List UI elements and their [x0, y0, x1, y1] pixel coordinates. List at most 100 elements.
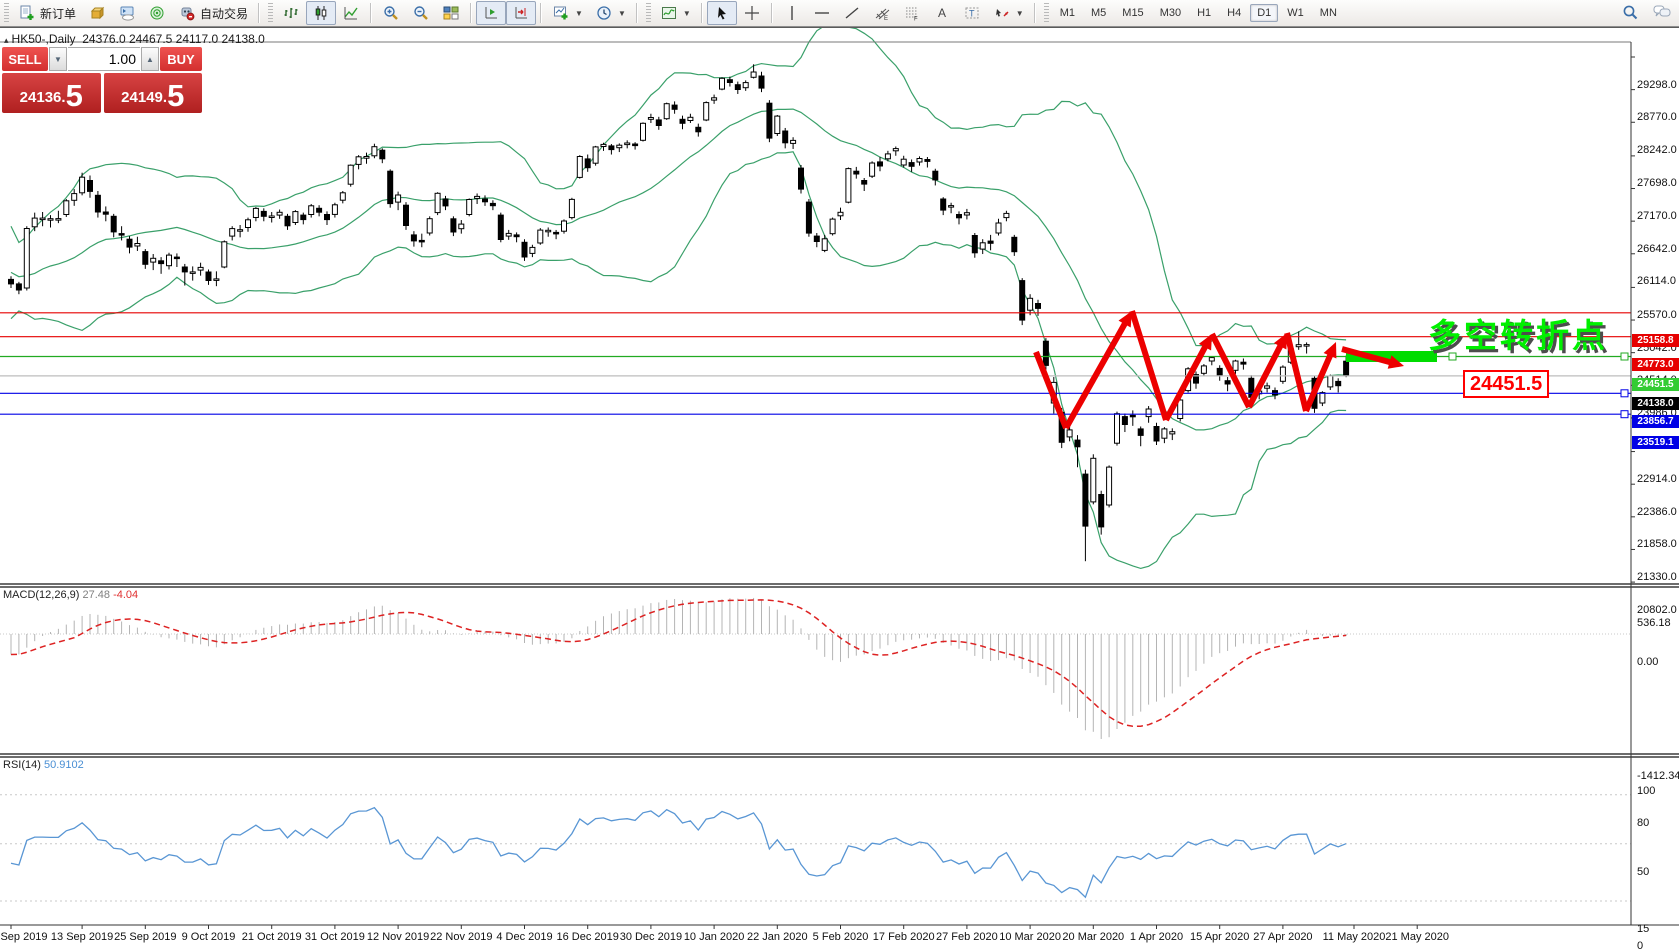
sell-button[interactable]: SELL: [2, 47, 48, 71]
timeframe-button-d1[interactable]: D1: [1250, 4, 1278, 22]
label-icon: T: [963, 4, 981, 22]
pc-cloud-icon: [118, 4, 136, 22]
timeframe-button-m5[interactable]: M5: [1084, 4, 1113, 22]
zoom-out-button[interactable]: [406, 1, 436, 25]
timeframe-button-mn[interactable]: MN: [1313, 4, 1344, 22]
search-icon[interactable]: [1621, 3, 1639, 21]
channel-tool-button[interactable]: E: [867, 1, 897, 25]
crosshair-tool-button[interactable]: [737, 1, 767, 25]
chart-shift-icon: [512, 4, 530, 22]
timeframe-button-w1[interactable]: W1: [1280, 4, 1311, 22]
date-axis-label: 21 May 2020: [1385, 931, 1449, 943]
volume-increase-button[interactable]: ▲: [141, 47, 159, 71]
timeframe-button-m1[interactable]: M1: [1053, 4, 1082, 22]
date-axis-label: 10 Jan 2020: [684, 931, 745, 943]
price-axis-label: 28242.0: [1637, 144, 1679, 156]
svg-text:F: F: [914, 17, 918, 22]
toolbar-separator: [1034, 3, 1036, 23]
auto-trading-label: 自动交易: [200, 5, 248, 22]
signals-button[interactable]: [142, 1, 172, 25]
sell-price-pip: 5: [66, 81, 83, 111]
toolbar-separator: [771, 3, 773, 23]
timeframe-button-m30[interactable]: M30: [1153, 4, 1188, 22]
toolbar-separator: [470, 3, 472, 23]
turning-point-annotation[interactable]: 多空转折点: [1428, 309, 1608, 357]
date-axis-label: 1 Apr 2020: [1130, 931, 1183, 943]
auto-trading-button[interactable]: 自动交易: [172, 1, 254, 25]
radar-icon: [148, 4, 166, 22]
dropdown-arrow-icon: ▼: [1016, 9, 1024, 18]
chart-window[interactable]: ▴HK50-,Daily 24376.0 24467.5 24117.0 241…: [0, 28, 1679, 952]
new-order-button[interactable]: 新订单: [12, 1, 82, 25]
timeframe-button-h4[interactable]: H4: [1220, 4, 1248, 22]
text-label-tool-button[interactable]: T: [957, 1, 987, 25]
indicators-button[interactable]: ▼: [654, 1, 697, 25]
tile-windows-button[interactable]: [436, 1, 466, 25]
rsi-scale-label: 50: [1637, 866, 1649, 878]
date-axis-label: 31 Oct 2019: [305, 931, 365, 943]
zoom-in-button[interactable]: [376, 1, 406, 25]
fibonacci-tool-button[interactable]: F: [897, 1, 927, 25]
title-ohlc-values: 24376.0 24467.5 24117.0 24138.0: [82, 32, 265, 46]
toolbar-grip[interactable]: [646, 3, 651, 23]
timeframe-button-h1[interactable]: H1: [1190, 4, 1218, 22]
chat-icon[interactable]: [1653, 3, 1671, 21]
volume-decrease-button[interactable]: ▼: [49, 47, 67, 71]
toolbar-separator: [540, 3, 542, 23]
macd-signal-value: -4.04: [113, 589, 138, 601]
candlestick-chart-type-button[interactable]: [306, 1, 336, 25]
price-axis-label: 22914.0: [1637, 473, 1679, 485]
toolbar-grip[interactable]: [268, 3, 273, 23]
chart-title: ▴HK50-,Daily 24376.0 24467.5 24117.0 241…: [4, 32, 265, 46]
price-axis-label: 28770.0: [1637, 111, 1679, 123]
cursor-tool-button[interactable]: [707, 1, 737, 25]
line-chart-type-button[interactable]: [336, 1, 366, 25]
trendline-tool-button[interactable]: [837, 1, 867, 25]
main-toolbar: 新订单 自动交易: [0, 0, 1679, 27]
sell-price-display[interactable]: 24136.5: [2, 73, 101, 113]
periods-button[interactable]: ▼: [589, 1, 632, 25]
timeframe-button-m15[interactable]: M15: [1115, 4, 1150, 22]
price-axis-label: 21858.0: [1637, 538, 1679, 550]
volume-input[interactable]: [68, 47, 140, 71]
crosshair-icon: [743, 4, 761, 22]
date-axis-label: 22 Jan 2020: [747, 931, 808, 943]
toolbar-separator: [258, 3, 260, 23]
chart-shift-button[interactable]: [506, 1, 536, 25]
level-price-badge: 24138.0: [1632, 397, 1679, 410]
mobile-terminal-button[interactable]: [112, 1, 142, 25]
price-axis-label: 27698.0: [1637, 177, 1679, 189]
price-axis-label: 22386.0: [1637, 506, 1679, 518]
arrows-tool-button[interactable]: ▼: [987, 1, 1030, 25]
level-price-annotation-box[interactable]: 24451.5: [1463, 370, 1549, 398]
date-axis-label: 15 Apr 2020: [1190, 931, 1249, 943]
price-axis-label: 20802.0: [1637, 604, 1679, 616]
horizontal-line-tool-button[interactable]: [807, 1, 837, 25]
new-order-label: 新订单: [40, 5, 76, 22]
text-tool-button[interactable]: A: [927, 1, 957, 25]
market-depth-button[interactable]: [82, 1, 112, 25]
date-axis-label: 4 Dec 2019: [496, 931, 552, 943]
vertical-line-tool-button[interactable]: [777, 1, 807, 25]
vertical-line-icon: [783, 4, 801, 22]
symbol-title: HK50-,Daily: [12, 32, 76, 46]
buy-price-display[interactable]: 24149.5: [104, 73, 203, 113]
price-axis-label: 29298.0: [1637, 79, 1679, 91]
indicators-icon: [660, 4, 678, 22]
new-chart-button[interactable]: ▼: [546, 1, 589, 25]
bar-chart-type-button[interactable]: [276, 1, 306, 25]
cursor-icon: [713, 4, 731, 22]
candlestick-chart-canvas[interactable]: [0, 28, 1679, 952]
auto-scroll-button[interactable]: [476, 1, 506, 25]
toolbar-grip[interactable]: [4, 3, 9, 23]
toolbar-grip[interactable]: [1044, 3, 1049, 23]
toolbar-separator: [636, 3, 638, 23]
buy-button[interactable]: BUY: [160, 47, 202, 71]
svg-text:A: A: [938, 6, 946, 20]
svg-text:E: E: [884, 16, 888, 21]
date-axis-label: 21 Oct 2019: [242, 931, 302, 943]
macd-main-value: 27.48: [82, 589, 110, 601]
rsi-scale-label: 0: [1637, 940, 1643, 952]
buy-price-main: 24149.: [121, 85, 167, 111]
rsi-scale-label: 15: [1637, 923, 1649, 935]
